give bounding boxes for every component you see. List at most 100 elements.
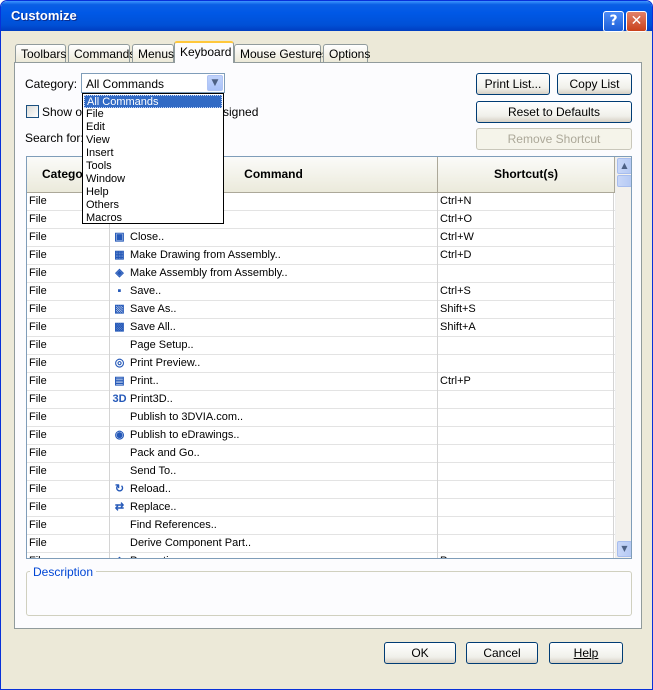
table-row[interactable]: File ◈ Make Assembly from Assembly.. xyxy=(27,265,615,283)
cell-shortcut[interactable] xyxy=(438,517,614,535)
cell-shortcut[interactable] xyxy=(438,535,614,553)
cell-shortcut[interactable]: Ctrl+P xyxy=(438,373,614,391)
cell-command: ⇄ Replace.. xyxy=(110,499,438,517)
dropdown-option[interactable]: View xyxy=(84,134,222,147)
cell-category: File xyxy=(27,247,110,265)
tab-menus[interactable]: Menus xyxy=(132,44,174,62)
cell-shortcut[interactable]: Ctrl+D xyxy=(438,247,614,265)
dropdown-option[interactable]: Help xyxy=(84,186,222,199)
cell-shortcut[interactable] xyxy=(438,391,614,409)
dropdown-option[interactable]: Window xyxy=(84,173,222,186)
scroll-down-icon[interactable]: ▼ xyxy=(617,541,631,557)
category-select[interactable]: All Commands ▼ xyxy=(81,73,225,93)
cell-shortcut[interactable] xyxy=(438,427,614,445)
tab-mouse-gestures[interactable]: Mouse Gestures xyxy=(234,44,328,62)
print-list-button[interactable]: Print List... xyxy=(476,73,550,95)
table-row[interactable]: File ◉ Publish to eDrawings.. xyxy=(27,427,615,445)
cancel-button[interactable]: Cancel xyxy=(466,642,538,664)
assembly-icon: ◈ xyxy=(115,267,124,279)
command-label: Make Drawing from Assembly.. xyxy=(130,249,281,261)
cell-shortcut[interactable]: Ctrl+N xyxy=(438,193,614,211)
scroll-up-icon[interactable]: ▲ xyxy=(617,158,631,174)
table-row[interactable]: File ▤ Print.. Ctrl+P xyxy=(27,373,615,391)
command-label: Print3D.. xyxy=(130,393,173,405)
help-button[interactable]: Help xyxy=(549,642,623,664)
cell-shortcut[interactable]: P xyxy=(438,553,614,558)
table-row[interactable]: File Page Setup.. xyxy=(27,337,615,355)
command-label: Print.. xyxy=(130,375,159,387)
cell-shortcut[interactable]: Shift+A xyxy=(438,319,614,337)
title-bar[interactable]: Customize ? ✕ xyxy=(1,1,652,32)
help-icon[interactable]: ? xyxy=(603,11,624,32)
column-header-shortcut[interactable]: Shortcut(s) xyxy=(438,157,615,193)
table-row[interactable]: File ▣ Close.. Ctrl+W xyxy=(27,229,615,247)
tab-commands[interactable]: Commands xyxy=(68,44,135,62)
table-row[interactable]: File 3D Print3D.. xyxy=(27,391,615,409)
remove-shortcut-button[interactable]: Remove Shortcut xyxy=(476,128,632,150)
customize-dialog: Customize ? ✕ Toolbars Commands Menus Ke… xyxy=(0,0,653,690)
command-label: Close.. xyxy=(130,231,165,243)
dropdown-option[interactable]: File xyxy=(84,108,222,121)
cell-shortcut[interactable] xyxy=(438,445,614,463)
cell-command: ◈ Make Assembly from Assembly.. xyxy=(110,265,438,283)
vertical-scrollbar[interactable]: ▲ ▼ xyxy=(615,157,631,558)
cell-shortcut[interactable] xyxy=(438,481,614,499)
blank-icon xyxy=(112,410,127,425)
table-row[interactable]: File Find References.. xyxy=(27,517,615,535)
close-icon[interactable]: ✕ xyxy=(626,11,647,32)
chevron-down-icon[interactable]: ▼ xyxy=(207,75,223,91)
description-group xyxy=(26,571,632,616)
show-only-assigned-checkbox[interactable] xyxy=(26,105,39,118)
table-row[interactable]: File ⇄ Replace.. xyxy=(27,499,615,517)
cell-shortcut[interactable]: Ctrl+O xyxy=(438,211,614,229)
scroll-thumb[interactable] xyxy=(617,175,631,187)
cell-shortcut[interactable] xyxy=(438,409,614,427)
dropdown-option[interactable]: Tools xyxy=(84,160,222,173)
table-row[interactable]: File Derive Component Part.. xyxy=(27,535,615,553)
reset-to-defaults-button[interactable]: Reset to Defaults xyxy=(476,101,632,123)
window-title: Customize xyxy=(11,8,77,23)
cell-command: Pack and Go.. xyxy=(110,445,438,463)
cell-category: File xyxy=(27,373,110,391)
command-label: Publish to 3DVIA.com.. xyxy=(130,411,244,423)
dropdown-option[interactable]: Others xyxy=(84,199,222,212)
cell-shortcut[interactable] xyxy=(438,499,614,517)
dropdown-option[interactable]: Insert xyxy=(84,147,222,160)
table-row[interactable]: File ↻ Reload.. xyxy=(27,481,615,499)
table-row[interactable]: File ▦ Make Drawing from Assembly.. Ctrl+D xyxy=(27,247,615,265)
blank-icon xyxy=(112,464,127,479)
dropdown-option[interactable]: Edit xyxy=(84,121,222,134)
tab-toolbars[interactable]: Toolbars xyxy=(15,44,66,62)
cell-command: Page Setup.. xyxy=(110,337,438,355)
cell-shortcut[interactable] xyxy=(438,355,614,373)
table-row[interactable]: File◆Properties..P xyxy=(27,553,615,558)
command-label: Find References.. xyxy=(130,519,217,531)
blank-icon xyxy=(112,338,127,353)
table-row[interactable]: File Pack and Go.. xyxy=(27,445,615,463)
ok-button[interactable]: OK xyxy=(384,642,456,664)
copy-list-button[interactable]: Copy List xyxy=(557,73,632,95)
cell-shortcut[interactable] xyxy=(438,265,614,283)
cell-category: File xyxy=(27,517,110,535)
table-row[interactable]: File ◎ Print Preview.. xyxy=(27,355,615,373)
tab-keyboard[interactable]: Keyboard xyxy=(174,41,234,63)
cell-shortcut[interactable] xyxy=(438,463,614,481)
dropdown-option[interactable]: All Commands xyxy=(84,95,222,108)
command-label: Replace.. xyxy=(130,501,177,513)
cell-category: File xyxy=(27,337,110,355)
cell-category: File xyxy=(27,283,110,301)
table-row[interactable]: File Publish to 3DVIA.com.. xyxy=(27,409,615,427)
blank-icon xyxy=(112,446,127,461)
table-row[interactable]: File ▪ Save.. Ctrl+S xyxy=(27,283,615,301)
cell-shortcut[interactable] xyxy=(438,337,614,355)
cell-shortcut[interactable]: Ctrl+S xyxy=(438,283,614,301)
cell-shortcut[interactable]: Shift+S xyxy=(438,301,614,319)
cell-category: File xyxy=(27,265,110,283)
table-row[interactable]: File Send To.. xyxy=(27,463,615,481)
tab-options[interactable]: Options xyxy=(323,44,370,62)
category-dropdown-list[interactable]: All Commands File Edit View Insert Tools Windo… xyxy=(82,93,224,224)
dropdown-option[interactable]: Macros xyxy=(84,212,222,225)
table-row[interactable]: File ▩ Save All.. Shift+A xyxy=(27,319,615,337)
table-row[interactable]: File ▧ Save As.. Shift+S xyxy=(27,301,615,319)
cell-shortcut[interactable]: Ctrl+W xyxy=(438,229,614,247)
